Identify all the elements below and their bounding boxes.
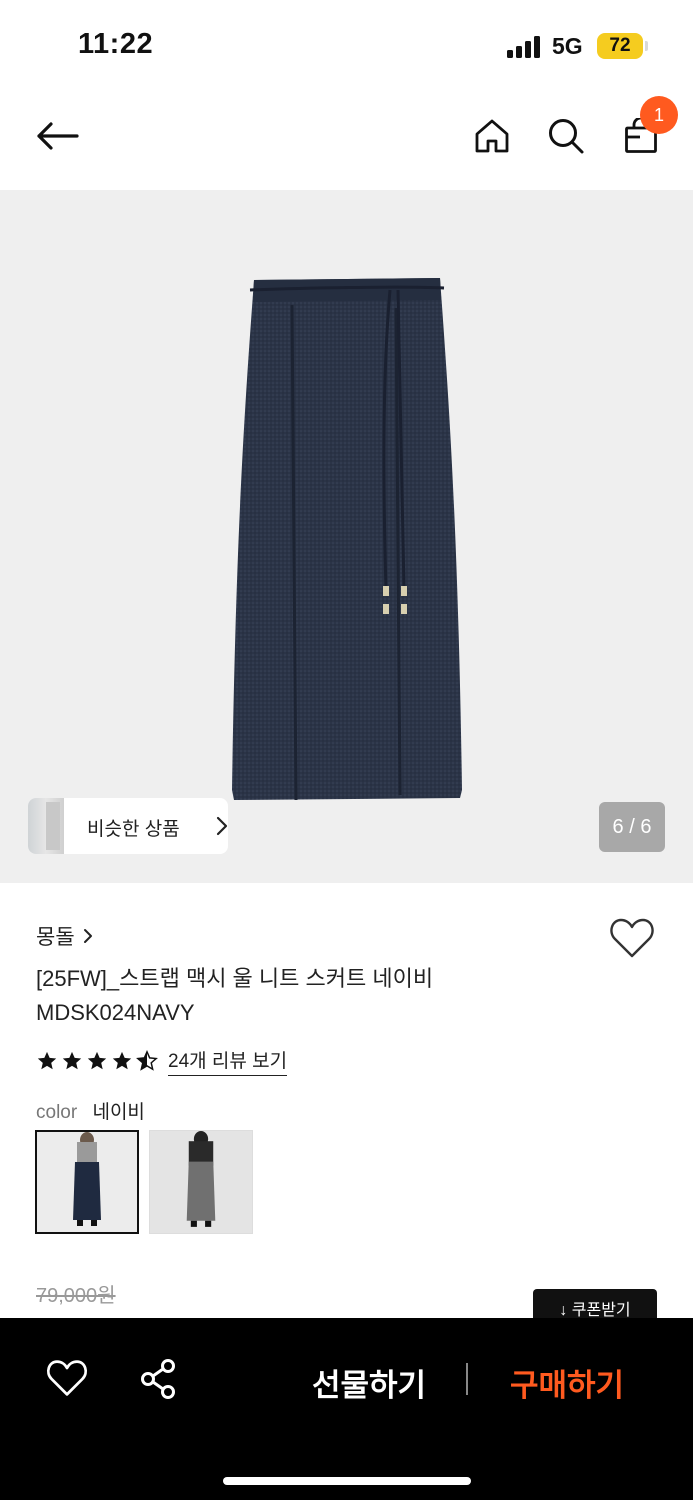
arrow-left-icon: [37, 122, 79, 150]
network-type: 5G: [552, 33, 583, 59]
product-image-gallery[interactable]: [0, 190, 693, 883]
share-icon: [141, 1359, 175, 1399]
color-swatch-navy[interactable]: [35, 1130, 139, 1234]
button-divider: [466, 1363, 468, 1395]
star-icon: [37, 1051, 57, 1070]
share-button[interactable]: [138, 1358, 180, 1405]
status-time: 11:22: [78, 28, 154, 60]
model-photo-navy: [37, 1132, 137, 1232]
similar-products-button[interactable]: 비슷한 상품: [28, 798, 228, 854]
home-button[interactable]: [468, 112, 516, 160]
image-page-counter: 6 / 6: [599, 802, 665, 852]
heart-icon: [610, 918, 654, 958]
half-star-icon: [136, 1050, 158, 1071]
battery-cap: [645, 41, 648, 51]
home-indicator: [223, 1477, 471, 1485]
search-button[interactable]: [542, 112, 590, 160]
original-price: 79,000원: [36, 1285, 116, 1307]
brand-link[interactable]: 몽돌: [36, 921, 93, 951]
color-key: color: [36, 1102, 78, 1123]
color-option-label: color 네이비: [36, 1097, 145, 1124]
rating-row: 24개 리뷰 보기: [36, 1046, 288, 1076]
similar-products-label: 비슷한 상품: [87, 819, 180, 840]
gift-button[interactable]: 선물하기: [312, 1360, 426, 1405]
battery-icon: 72: [597, 33, 643, 59]
brand-name: 몽돌: [36, 926, 75, 949]
selected-color: 네이비: [92, 1102, 145, 1123]
rating-stars: [36, 1050, 158, 1072]
product-name-line-2: MDSK024NAVY: [36, 1000, 195, 1025]
product-image-skirt: [232, 278, 462, 801]
cart-count-badge: 1: [640, 96, 678, 134]
star-icon: [87, 1051, 107, 1070]
top-nav: [0, 92, 693, 190]
search-icon: [549, 119, 584, 154]
status-bar: 11:22 5G 72: [0, 0, 693, 92]
color-swatch-gray[interactable]: [149, 1130, 253, 1234]
chevron-right-icon: [83, 929, 92, 943]
star-icon: [112, 1051, 132, 1070]
bottom-wishlist-button[interactable]: [46, 1358, 88, 1403]
buy-button[interactable]: 구매하기: [510, 1360, 624, 1405]
wishlist-button[interactable]: [609, 916, 655, 965]
chevron-right-icon: [216, 816, 228, 836]
home-icon: [475, 119, 509, 153]
back-button[interactable]: [33, 112, 81, 160]
model-photo-gray: [150, 1131, 252, 1233]
heart-icon: [46, 1360, 88, 1396]
product-name-line-1: [25FW]_스트랩 맥시 울 니트 스커트 네이비: [36, 966, 434, 991]
reviews-link[interactable]: 24개 리뷰 보기: [168, 1046, 288, 1076]
bottom-action-bar: 선물하기 구매하기: [0, 1318, 693, 1500]
product-name: [25FW]_스트랩 맥시 울 니트 스커트 네이비 MDSK024NAVY: [36, 962, 433, 1030]
signal-icon: [507, 36, 543, 58]
similar-product-thumbnail: [28, 798, 64, 854]
star-icon: [62, 1051, 82, 1070]
